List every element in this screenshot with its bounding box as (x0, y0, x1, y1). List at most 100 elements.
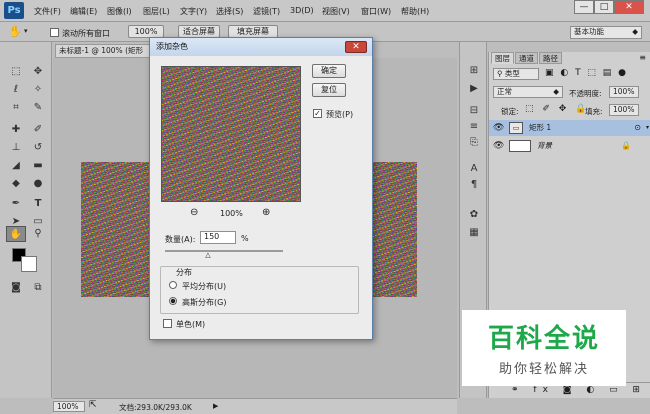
tab-layers[interactable]: 图层 (491, 52, 514, 64)
blend-dropdown-icon: ◆ (553, 87, 559, 96)
menu-type[interactable]: 文字(Y) (180, 6, 207, 17)
dialog-close-button[interactable]: ✕ (345, 41, 367, 53)
menu-help[interactable]: 帮助(H) (401, 6, 429, 17)
layer-row-rectangle[interactable]: 👁 ▭ 矩形 1 ⊙ ▾ (489, 120, 650, 136)
hand-tool-icon[interactable]: ✋ (8, 25, 22, 38)
move-tool-icon[interactable]: ✥ (28, 64, 48, 80)
status-zoom-field[interactable]: 100% (53, 401, 85, 412)
dodge-tool-icon[interactable]: ● (28, 176, 48, 192)
watermark-title: 百科全说 (487, 324, 600, 354)
document-tab-title: 未标题-1 @ 100% (矩形 (59, 46, 143, 55)
pen-tool-icon[interactable]: ✒ (6, 196, 26, 212)
menu-image[interactable]: 图像(I) (107, 6, 132, 17)
noise-preview-image[interactable] (161, 66, 301, 202)
close-window-button[interactable]: ✕ (614, 0, 644, 14)
lock-icon: 🔒 (621, 141, 631, 150)
eyedropper-tool-icon[interactable]: ✎ (28, 100, 48, 116)
ok-button[interactable]: 确定 (312, 64, 346, 78)
fill-input[interactable]: 100% (609, 104, 639, 116)
grid-panel-icon[interactable]: ▦ (465, 226, 483, 240)
blend-mode-select[interactable]: 正常 ◆ (493, 86, 563, 98)
menu-layer[interactable]: 图层(L) (143, 6, 170, 17)
blur-tool-icon[interactable]: ◆ (6, 176, 26, 192)
character-panel-icon[interactable]: A (465, 162, 483, 176)
stamp-tool-icon[interactable]: ⊥ (6, 140, 26, 156)
actions-panel-icon[interactable]: ▶ (465, 82, 483, 96)
tool-preset-dropdown-icon[interactable]: ▾ (24, 27, 28, 35)
menu-bar: Ps 文件(F) 编辑(E) 图像(I) 图层(L) 文字(Y) 选择(S) 滤… (0, 0, 650, 22)
crop-tool-icon[interactable]: ⌗ (6, 100, 26, 116)
blend-mode-label: 正常 (497, 87, 512, 96)
filter-icons[interactable]: ▣ ◐ T ⬚ ▤ ● (545, 68, 628, 78)
document-tab[interactable]: 未标题-1 @ 100% (矩形 (55, 44, 155, 58)
export-icon[interactable]: ⇱ (89, 400, 97, 410)
tab-channels[interactable]: 通道 (515, 52, 538, 64)
opacity-input[interactable]: 100% (609, 86, 639, 98)
uniform-radio[interactable] (169, 281, 177, 289)
menu-filter[interactable]: 滤镜(T) (253, 6, 280, 17)
gradient-tool-icon[interactable]: ▬ (28, 158, 48, 174)
layer-name[interactable]: 背景 (537, 138, 552, 154)
panel-menu-icon[interactable]: ≡ (639, 53, 646, 62)
visibility-eye-icon[interactable]: 👁 (493, 138, 504, 154)
lasso-tool-icon[interactable]: ℓ (6, 82, 26, 98)
hand-tool-active-icon[interactable]: ✋ (6, 226, 26, 242)
marquee-tool-icon[interactable]: ⬚ (6, 64, 26, 80)
quick-mask-icon[interactable]: ◙ (6, 280, 26, 296)
scroll-all-checkbox[interactable] (50, 28, 59, 37)
magic-wand-tool-icon[interactable]: ✧ (28, 82, 48, 98)
reset-button[interactable]: 复位 (312, 83, 346, 97)
properties-panel-icon[interactable]: ≡ (465, 120, 483, 134)
amount-unit: % (241, 234, 249, 243)
preview-checkbox[interactable]: ✓ (313, 109, 322, 118)
screen-mode-icon[interactable]: ⧉ (28, 280, 48, 296)
healing-brush-tool-icon[interactable]: ✚ (6, 122, 26, 138)
maximize-button[interactable]: □ (594, 0, 614, 14)
adjustments-panel-icon[interactable]: ⊟ (465, 104, 483, 118)
visibility-eye-icon[interactable]: 👁 (493, 120, 504, 136)
brush-tool-icon[interactable]: ✐ (28, 122, 48, 138)
gaussian-radio[interactable] (169, 297, 177, 305)
type-tool-icon[interactable]: T (28, 196, 48, 212)
background-color-swatch[interactable] (21, 256, 37, 272)
clone-source-panel-icon[interactable]: ⎘ (465, 136, 483, 150)
menu-window[interactable]: 窗口(W) (361, 6, 391, 17)
filter-search-icon: ⚲ (497, 69, 503, 78)
menu-file[interactable]: 文件(F) (34, 6, 61, 17)
swatches-panel-icon[interactable]: ✿ (465, 208, 483, 222)
menu-3d[interactable]: 3D(D) (290, 6, 314, 15)
shape-layer-thumbnail-icon: ▭ (509, 122, 523, 134)
amount-slider-track[interactable] (165, 250, 283, 252)
amount-slider-thumb[interactable]: △ (205, 251, 210, 259)
layer-row-background[interactable]: 👁 背景 🔒 (489, 138, 650, 154)
layer-expand-icon[interactable]: ▾ (646, 120, 649, 136)
status-menu-arrow-icon[interactable]: ▶ (213, 402, 218, 410)
paragraph-panel-icon[interactable]: ¶ (465, 178, 483, 192)
minimize-button[interactable]: — (574, 0, 594, 14)
history-brush-tool-icon[interactable]: ↺ (28, 140, 48, 156)
tools-panel: ⬚ ✥ ℓ ✧ ⌗ ✎ ✚ ✐ ⊥ ↺ ◢ ▬ ◆ ● ✒ T ➤ ▭ ✋ ⚲ … (0, 42, 52, 398)
zoom-in-icon[interactable]: ⊕ (262, 207, 270, 218)
gaussian-label: 高斯分布(G) (182, 298, 227, 307)
menu-edit[interactable]: 编辑(E) (70, 6, 97, 17)
history-panel-icon[interactable]: ⊞ (465, 64, 483, 78)
zoom-out-icon[interactable]: ⊖ (190, 207, 198, 218)
workspace-switcher[interactable]: 基本功能 ◆ (570, 26, 642, 39)
photoshop-logo: Ps (4, 2, 24, 19)
watermark-subtitle: 助你轻松解决 (498, 362, 589, 377)
menu-view[interactable]: 视图(V) (322, 6, 350, 17)
lock-label: 锁定: (501, 107, 519, 116)
eraser-tool-icon[interactable]: ◢ (6, 158, 26, 174)
kind-filter-label: 类型 (504, 69, 520, 78)
layer-kind-filter[interactable]: ⚲ 类型 (493, 68, 539, 80)
tab-paths[interactable]: 路径 (539, 52, 562, 64)
monochromatic-label: 单色(M) (176, 320, 206, 329)
lock-icons[interactable]: ⬚ ✐ ✥ 🔒 (525, 104, 589, 114)
layer-name[interactable]: 矩形 1 (529, 120, 551, 136)
background-thumbnail (509, 140, 531, 152)
menu-select[interactable]: 选择(S) (216, 6, 243, 17)
amount-input[interactable]: 150 (200, 231, 236, 244)
monochromatic-checkbox[interactable] (163, 319, 172, 328)
workspace-dropdown-icon: ◆ (632, 27, 638, 36)
zoom-tool-icon[interactable]: ⚲ (28, 226, 48, 242)
